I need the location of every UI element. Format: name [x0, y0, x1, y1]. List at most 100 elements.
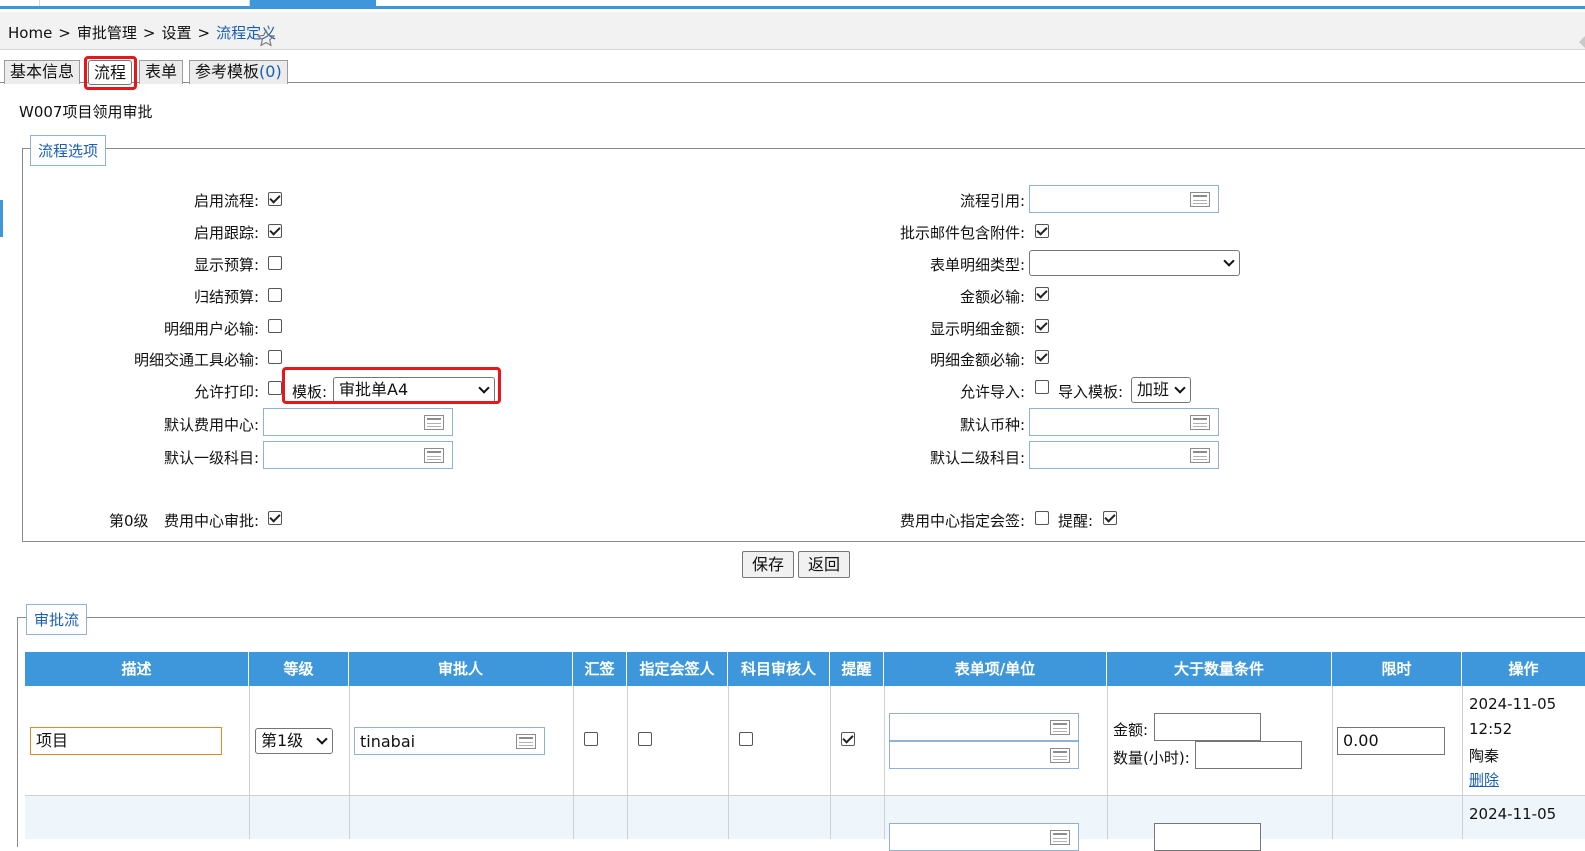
breadcrumb-item-approval-mgmt[interactable]: 审批管理: [77, 24, 137, 42]
detail-transport-required-label: 明细交通工具必输:: [133, 351, 259, 369]
lookup-picker-icon[interactable]: [1190, 448, 1210, 463]
default-cost-center-field[interactable]: [263, 408, 453, 436]
amount-condition-label: 金额:: [1113, 721, 1149, 739]
level-value: 第1级: [261, 731, 304, 750]
designated-countersigner-checkbox[interactable]: [638, 732, 652, 746]
default-level1-account-field[interactable]: [263, 441, 453, 469]
lookup-picker-icon[interactable]: [1190, 415, 1210, 430]
breadcrumb-separator: >: [58, 24, 71, 42]
approver-field[interactable]: tinabai: [354, 727, 545, 755]
lookup-picker-icon[interactable]: [516, 734, 536, 749]
amount-condition-input[interactable]: [1154, 823, 1261, 851]
lookup-picker-icon[interactable]: [1190, 192, 1210, 207]
print-template-value: 审批单A4: [339, 380, 409, 399]
favorite-star-icon[interactable]: [257, 29, 275, 47]
approver-value: tinabai: [360, 732, 416, 751]
import-template-value: 加班: [1137, 380, 1170, 399]
form-unit-field[interactable]: [889, 741, 1079, 769]
default-level2-account-field[interactable]: [1029, 441, 1219, 469]
flow-reference-field[interactable]: [1029, 185, 1219, 213]
form-item-field[interactable]: [889, 823, 1079, 851]
lookup-picker-icon[interactable]: [1050, 720, 1070, 735]
countersign-checkbox[interactable]: [584, 732, 598, 746]
detail-user-required-checkbox[interactable]: [268, 319, 282, 333]
description-input[interactable]: 项目: [30, 727, 222, 755]
chevron-down-icon: [1174, 382, 1186, 394]
tab-count: (0): [259, 62, 282, 81]
page-title: W007项目领用审批: [19, 103, 153, 121]
import-template-select[interactable]: 加班: [1131, 377, 1191, 403]
remind-row-checkbox[interactable]: [841, 732, 855, 746]
cost-center-approval-label: 费用中心审批:: [163, 512, 259, 530]
op-time: 12:52: [1469, 720, 1513, 738]
cost-center-countersign-label: 费用中心指定会签:: [899, 512, 1025, 530]
column-divider: [1462, 686, 1463, 839]
back-button[interactable]: 返回: [798, 551, 850, 578]
tab-basic-info[interactable]: 基本信息: [4, 60, 81, 84]
lookup-picker-icon[interactable]: [1050, 748, 1070, 763]
quantity-condition-input[interactable]: [1195, 741, 1302, 769]
enable-tracking-checkbox[interactable]: [268, 224, 282, 238]
print-template-select[interactable]: 审批单A4: [333, 377, 495, 403]
detail-type-label: 表单明细类型:: [929, 256, 1025, 274]
enable-flow-checkbox[interactable]: [268, 192, 282, 206]
import-template-label: 导入模板:: [1058, 383, 1124, 401]
default-currency-label: 默认币种:: [959, 416, 1025, 434]
lookup-picker-icon[interactable]: [424, 448, 444, 463]
save-button[interactable]: 保存: [742, 551, 794, 578]
column-header-account-reviewer: 科目审核人: [728, 652, 830, 686]
table-row: [25, 796, 1585, 839]
tab-label: 基本信息: [10, 62, 75, 81]
detail-user-required-label: 明细用户必输:: [163, 320, 259, 338]
close-budget-checkbox[interactable]: [268, 288, 282, 302]
time-limit-input[interactable]: 0.00: [1337, 727, 1445, 755]
allow-print-checkbox[interactable]: [268, 381, 282, 395]
detail-amount-required-checkbox[interactable]: [1035, 350, 1049, 364]
show-budget-checkbox[interactable]: [268, 256, 282, 270]
default-level1-account-label: 默认一级科目:: [163, 449, 259, 467]
cost-center-countersign-checkbox[interactable]: [1035, 511, 1049, 525]
remind-checkbox[interactable]: [1103, 511, 1117, 525]
default-level2-account-label: 默认二级科目:: [929, 449, 1025, 467]
column-divider: [627, 686, 628, 839]
amount-condition-input[interactable]: [1154, 713, 1261, 741]
template-label: 模板:: [292, 383, 328, 401]
breadcrumb-item-home[interactable]: Home: [8, 24, 52, 42]
op-date: 2024-11-05: [1469, 805, 1557, 823]
amount-required-checkbox[interactable]: [1035, 287, 1049, 301]
op-user: 陶秦: [1469, 747, 1500, 765]
top-nav-strip: [0, 0, 1585, 9]
column-header-time-limit: 限时: [1332, 652, 1462, 686]
column-header-description: 描述: [25, 652, 249, 686]
show-budget-label: 显示预算:: [193, 256, 259, 274]
top-nav-segment[interactable]: [40, 0, 250, 6]
tab-reference-template[interactable]: 参考模板(0): [189, 60, 288, 84]
lookup-picker-icon[interactable]: [1050, 830, 1070, 845]
column-header-countersign: 汇签: [573, 652, 627, 686]
tab-flow[interactable]: 流程: [88, 60, 133, 85]
column-divider: [728, 686, 729, 839]
detail-type-select[interactable]: [1029, 250, 1240, 276]
cost-center-approval-checkbox[interactable]: [268, 511, 282, 525]
mail-attachment-label: 批示邮件包含附件:: [899, 224, 1025, 242]
account-reviewer-checkbox[interactable]: [739, 732, 753, 746]
chevron-down-icon: [316, 733, 328, 745]
lookup-picker-icon[interactable]: [424, 415, 444, 430]
default-currency-field[interactable]: [1029, 408, 1219, 436]
allow-import-label: 允许导入:: [959, 383, 1025, 401]
detail-transport-required-checkbox[interactable]: [268, 350, 282, 364]
top-nav-segment[interactable]: [0, 0, 40, 6]
allow-import-checkbox[interactable]: [1035, 380, 1049, 394]
level-select[interactable]: 第1级: [255, 728, 333, 754]
form-item-field[interactable]: [889, 713, 1079, 741]
column-header-level: 等级: [249, 652, 349, 686]
approval-flow-legend: 审批流: [26, 604, 88, 635]
show-detail-amount-checkbox[interactable]: [1035, 319, 1049, 333]
mail-attachment-checkbox[interactable]: [1035, 224, 1049, 238]
tab-form[interactable]: 表单: [139, 60, 184, 84]
top-nav-active-segment[interactable]: [250, 0, 376, 9]
detail-amount-required-label: 明细金额必输:: [929, 351, 1025, 369]
delete-link[interactable]: 删除: [1469, 769, 1499, 790]
breadcrumb-item-settings[interactable]: 设置: [161, 24, 191, 42]
column-header-approver: 审批人: [349, 652, 573, 686]
